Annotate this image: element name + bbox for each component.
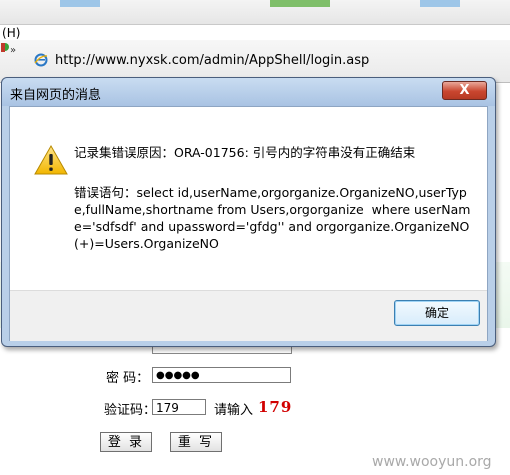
tab-decoration	[60, 0, 100, 7]
captcha-input[interactable]: 179	[152, 399, 206, 415]
dialog-close-button[interactable]: X	[442, 81, 487, 100]
tab-decoration	[270, 0, 330, 7]
password-label: 密 码：	[106, 371, 150, 386]
reset-button[interactable]: 重 写	[170, 432, 222, 452]
captcha-prompt: 请输入	[214, 403, 254, 418]
message-dialog: 来自网页的消息 X 记录集错误原因：ORA-01756: 引号内的字符串没有正确…	[1, 77, 496, 347]
password-input[interactable]: ●●●●●	[152, 367, 291, 383]
dialog-title: 来自网页的消息	[10, 88, 102, 103]
browser-top-strip	[0, 0, 510, 25]
error-statement-text: 错误语句：select id,userName,orgorganize.Orga…	[74, 185, 471, 251]
tab-decoration	[420, 0, 460, 7]
dialog-body: 记录集错误原因：ORA-01756: 引号内的字符串没有正确结束 错误语句：se…	[9, 106, 488, 341]
ok-button[interactable]: 确定	[394, 300, 480, 326]
dialog-titlebar[interactable]: 来自网页的消息 X	[2, 78, 495, 106]
close-icon: X	[459, 83, 470, 98]
captcha-code: 179	[258, 398, 293, 416]
dialog-message: 记录集错误原因：ORA-01756: 引号内的字符串没有正确结束 错误语句：se…	[74, 142, 474, 252]
captcha-label: 验证码：	[104, 403, 157, 418]
warning-icon	[34, 145, 68, 175]
ie-page-icon	[34, 53, 48, 67]
address-bar-url[interactable]: http://www.nyxsk.com/admin/AppShell/logi…	[55, 53, 369, 68]
error-reason-text: 记录集错误原因：ORA-01756: 引号内的字符串没有正确结束	[74, 145, 416, 160]
watermark: www.wooyun.org	[372, 454, 492, 470]
login-button[interactable]: 登 录	[100, 432, 152, 452]
